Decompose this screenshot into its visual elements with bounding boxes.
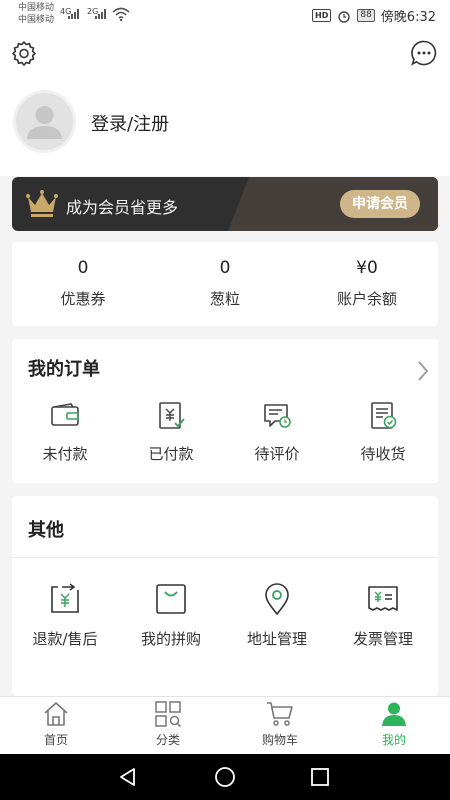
invoice-label: 发票管理	[352, 630, 413, 648]
orders-title: 我的订单	[28, 359, 100, 380]
my-orders-section: 我的订单 未付款 已付款 待评价 待收货	[12, 339, 438, 483]
location-pin-icon	[265, 583, 289, 616]
comment-icon	[264, 404, 291, 428]
member-banner[interactable]: 成为会员省更多 申请会员	[12, 177, 438, 231]
balance-label: 账户余额	[336, 290, 397, 308]
others-section: 其他 退款/售后 我的拼购 地址管理 发票管理	[12, 496, 438, 696]
order-paid-label: 已付款	[148, 445, 194, 463]
balance-stat[interactable]: ¥0 账户余额	[296, 258, 438, 309]
coupons-label: 优惠券	[60, 290, 106, 308]
tab-mine[interactable]: 我的	[338, 701, 450, 748]
signal-icon	[68, 9, 82, 19]
order-receive[interactable]: 待收货	[330, 401, 436, 464]
default-avatar-icon	[27, 106, 62, 139]
tab-cart-label: 购物车	[261, 733, 298, 747]
order-paid[interactable]: 已付款	[118, 401, 224, 464]
home-circle-icon[interactable]	[214, 766, 236, 788]
carrier-1: 中国移动	[18, 3, 55, 13]
refund-label: 退款/售后	[32, 630, 98, 648]
order-receive-label: 待收货	[360, 445, 406, 463]
member-promo-text: 成为会员省更多	[66, 198, 179, 217]
login-register-link[interactable]: 登录/注册	[91, 110, 169, 136]
refund-icon	[51, 583, 79, 613]
home-icon	[44, 702, 68, 726]
wallet-icon	[51, 403, 79, 426]
tab-cart[interactable]: 购物车	[224, 701, 336, 748]
apply-member-button[interactable]: 申请会员	[340, 190, 420, 218]
hd-icon: HD	[312, 9, 332, 22]
refund-after-sale[interactable]: 退款/售后	[12, 582, 118, 649]
paid-receipt-icon	[159, 402, 185, 429]
tab-category-label: 分类	[155, 733, 180, 747]
tab-home[interactable]: 首页	[0, 701, 112, 748]
gear-icon[interactable]	[10, 39, 38, 67]
delivery-receipt-icon	[371, 402, 397, 429]
balance-amount: ¥0	[356, 258, 378, 278]
shopping-bag-icon	[156, 584, 186, 614]
points-label: 葱粒	[209, 290, 240, 308]
battery-icon: 88	[357, 9, 375, 22]
group-buy-label: 我的拼购	[140, 630, 201, 648]
coupons-count: 0	[77, 258, 89, 278]
account-stats: 0 优惠券 0 葱粒 ¥0 账户余额	[12, 242, 438, 326]
tab-mine-label: 我的	[381, 733, 406, 747]
order-unpaid[interactable]: 未付款	[12, 401, 118, 464]
order-review-label: 待评价	[254, 445, 300, 463]
points-stat[interactable]: 0 葱粒	[154, 258, 296, 309]
address-label: 地址管理	[246, 630, 307, 648]
divider	[12, 557, 438, 558]
wifi-icon	[112, 7, 130, 21]
alarm-icon	[338, 10, 351, 23]
order-review[interactable]: 待评价	[224, 401, 330, 464]
invoice-icon	[368, 586, 398, 611]
back-icon[interactable]	[117, 766, 139, 788]
others-title: 其他	[28, 520, 64, 541]
address-management[interactable]: 地址管理	[224, 582, 330, 649]
recents-square-icon[interactable]	[310, 767, 330, 787]
carrier-2: 中国移动	[18, 15, 55, 25]
chat-bubble-icon[interactable]	[410, 39, 438, 67]
cart-icon	[267, 702, 293, 726]
carrier-labels: 中国移动 中国移动	[18, 2, 54, 26]
coupons-stat[interactable]: 0 优惠券	[12, 258, 154, 309]
crown-icon	[26, 190, 58, 217]
chevron-right-icon[interactable]	[416, 359, 430, 383]
invoice-management[interactable]: 发票管理	[330, 582, 436, 649]
system-nav-bar	[0, 754, 450, 800]
clock: 傍晚6:32	[380, 10, 436, 25]
category-grid-icon	[155, 701, 182, 727]
status-bar: 中国移动 中国移动 4G 2G HD 88 傍晚6:32	[0, 0, 450, 30]
order-unpaid-label: 未付款	[42, 445, 88, 463]
profile-header: 登录/注册	[0, 30, 450, 176]
tab-category[interactable]: 分类	[112, 701, 224, 748]
my-group-buy[interactable]: 我的拼购	[118, 582, 224, 649]
person-icon	[382, 702, 406, 726]
signal-icon	[95, 9, 109, 19]
bottom-tab-bar: 首页 分类 购物车 我的	[0, 696, 450, 754]
status-right: HD 88 傍晚6:32	[312, 6, 436, 25]
points-count: 0	[219, 258, 231, 278]
avatar[interactable]	[13, 90, 76, 153]
tab-home-label: 首页	[43, 733, 68, 747]
